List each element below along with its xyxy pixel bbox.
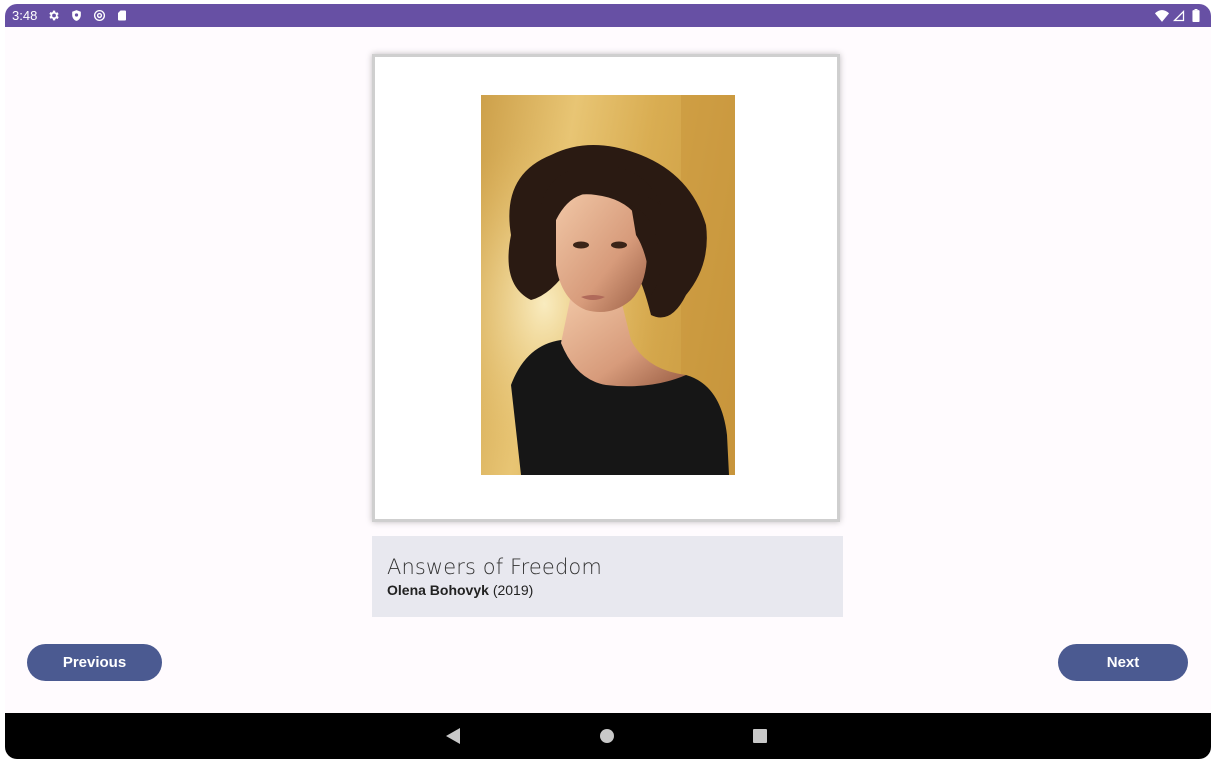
previous-button[interactable]: Previous bbox=[27, 644, 162, 681]
sd-card-icon bbox=[115, 9, 129, 23]
status-time: 3:48 bbox=[12, 8, 38, 23]
gear-icon bbox=[46, 9, 60, 23]
status-bar: 3:48 bbox=[5, 4, 1211, 27]
artwork-credit: Olena Bohovyk (2019) bbox=[387, 582, 828, 598]
shield-icon bbox=[69, 9, 83, 23]
home-icon[interactable] bbox=[597, 726, 617, 746]
status-right bbox=[1155, 9, 1211, 23]
artwork-caption: Answers of Freedom Olena Bohovyk (2019) bbox=[372, 536, 843, 617]
wifi-icon bbox=[1155, 9, 1169, 23]
artwork-artist: Olena Bohovyk bbox=[387, 582, 489, 598]
artwork-title: Answers of Freedom bbox=[387, 555, 602, 579]
navigation-bar bbox=[5, 713, 1211, 759]
recents-icon[interactable] bbox=[750, 726, 770, 746]
portrait-photo[interactable] bbox=[481, 95, 735, 475]
status-left: 3:48 bbox=[5, 8, 129, 23]
signal-icon bbox=[1172, 9, 1186, 23]
artwork-year: (2019) bbox=[492, 582, 534, 598]
back-icon[interactable] bbox=[443, 726, 463, 746]
next-button[interactable]: Next bbox=[1058, 644, 1188, 681]
device-screen: 3:48 Answers of Freedom Olena Bohovyk (2… bbox=[5, 4, 1211, 759]
artwork-viewer: Answers of Freedom Olena Bohovyk (2019) … bbox=[5, 27, 1211, 713]
battery-icon bbox=[1189, 9, 1203, 23]
artwork-frame bbox=[372, 54, 840, 522]
vpn-icon bbox=[92, 9, 106, 23]
